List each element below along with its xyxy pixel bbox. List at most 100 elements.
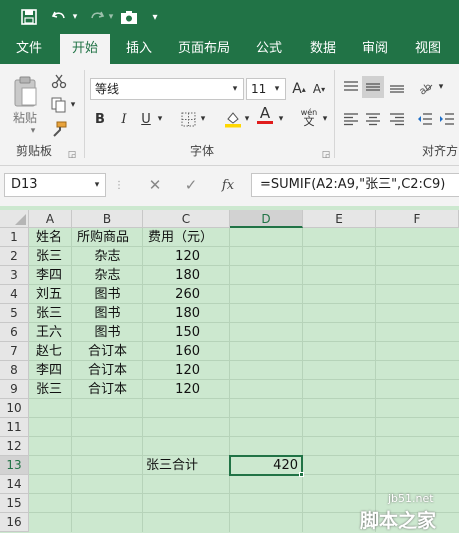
column-header-f[interactable]: F [376,210,459,228]
table-cell[interactable]: 120 [143,247,200,266]
fill-color-icon[interactable] [222,108,244,130]
redo-dropdown-icon[interactable]: ▾ [106,6,116,28]
phonetic-guide-button[interactable]: wén 文 [296,106,322,128]
table-cell[interactable]: 王六 [36,323,62,342]
row-header[interactable]: 2 [0,247,29,266]
row-header[interactable]: 15 [0,494,29,513]
align-middle-icon[interactable] [362,76,384,98]
table-cell[interactable]: 杂志 [72,266,143,285]
phonetic-dropdown-icon[interactable]: ▾ [320,108,330,130]
table-cell[interactable]: 张三 [36,247,62,266]
cell-b1[interactable]: 所购商品 [77,228,129,247]
name-box-dropdown-icon[interactable]: ▾ [90,174,104,196]
row-header[interactable]: 12 [0,437,29,456]
table-cell[interactable]: 合订本 [72,361,143,380]
tab-formulas[interactable]: 公式 [244,34,294,64]
row-header[interactable]: 4 [0,285,29,304]
tab-review[interactable]: 审阅 [350,34,400,64]
tab-page-layout[interactable]: 页面布局 [170,34,238,64]
format-painter-icon[interactable] [48,118,70,140]
table-cell[interactable]: 合订本 [72,380,143,399]
enter-icon[interactable]: ✓ [180,174,202,196]
fill-color-dropdown-icon[interactable]: ▾ [242,108,252,130]
table-cell[interactable]: 张三 [36,304,62,323]
row-header[interactable]: 3 [0,266,29,285]
tab-insert[interactable]: 插入 [114,34,164,64]
fill-handle[interactable] [299,472,304,477]
cell-c13[interactable]: 张三合计 [146,456,198,475]
table-cell[interactable]: 180 [143,266,200,285]
tab-home[interactable]: 开始 [60,34,110,64]
increase-indent-icon[interactable] [436,108,458,130]
align-right-icon[interactable] [386,108,408,130]
tab-file[interactable]: 文件 [4,34,54,64]
borders-icon[interactable] [178,108,198,130]
undo-dropdown-icon[interactable]: ▾ [70,6,80,28]
select-all-corner[interactable] [0,210,29,228]
paste-icon[interactable] [8,74,42,110]
tab-view[interactable]: 视图 [404,34,452,64]
redo-icon[interactable] [86,6,108,28]
cell-a1[interactable]: 姓名 [36,228,62,247]
row-header[interactable]: 1 [0,228,29,247]
table-cell[interactable]: 赵七 [36,342,62,361]
column-header-c[interactable]: C [143,210,230,228]
font-name-dropdown-icon[interactable]: ▾ [228,78,242,100]
align-center-icon[interactable] [362,108,384,130]
table-cell[interactable]: 图书 [72,323,143,342]
clipboard-launcher-icon[interactable]: ◲ [66,144,78,166]
table-cell[interactable]: 杂志 [72,247,143,266]
underline-dropdown-icon[interactable]: ▾ [155,108,165,130]
font-color-dropdown-icon[interactable]: ▾ [276,108,286,130]
increase-font-icon[interactable]: A ▴ [290,78,308,100]
align-left-icon[interactable] [340,108,362,130]
cancel-icon[interactable]: ✕ [144,174,166,196]
table-cell[interactable]: 160 [143,342,200,361]
table-cell[interactable]: 图书 [72,285,143,304]
table-cell[interactable]: 150 [143,323,200,342]
align-bottom-icon[interactable] [386,76,408,98]
tab-data[interactable]: 数据 [298,34,348,64]
insert-function-icon[interactable]: fx [216,174,240,196]
customize-icon[interactable]: ▾ [148,6,162,28]
table-cell[interactable]: 李四 [36,361,62,380]
row-header[interactable]: 9 [0,380,29,399]
cut-icon[interactable] [48,70,70,92]
font-color-button[interactable]: A [254,104,276,126]
font-name-input[interactable]: 等线 [90,78,244,100]
row-header[interactable]: 5 [0,304,29,323]
table-cell[interactable]: 260 [143,285,200,304]
table-cell[interactable]: 合订本 [72,342,143,361]
row-header[interactable]: 10 [0,399,29,418]
table-cell[interactable]: 图书 [72,304,143,323]
row-header[interactable]: 11 [0,418,29,437]
row-header[interactable]: 7 [0,342,29,361]
decrease-font-icon[interactable]: A ▾ [310,78,328,100]
column-header-b[interactable]: B [72,210,143,228]
table-cell[interactable]: 李四 [36,266,62,285]
row-header[interactable]: 6 [0,323,29,342]
cell-c1[interactable]: 费用（元） [148,228,213,247]
row-header[interactable]: 14 [0,475,29,494]
bold-button[interactable]: B [90,108,110,130]
underline-button[interactable]: U [136,108,156,130]
row-header[interactable]: 13 [0,456,29,475]
save-icon[interactable] [18,6,40,28]
table-cell[interactable]: 张三 [36,380,62,399]
decrease-indent-icon[interactable] [414,108,436,130]
column-header-e[interactable]: E [303,210,376,228]
align-top-icon[interactable] [340,76,362,98]
row-header[interactable]: 16 [0,513,29,532]
table-cell[interactable]: 180 [143,304,200,323]
formula-input[interactable]: =SUMIF(A2:A9,"张三",C2:C9) [251,173,459,197]
font-launcher-icon[interactable]: ◲ [320,144,332,166]
paste-dropdown-icon[interactable]: ▾ [26,120,40,142]
borders-dropdown-icon[interactable]: ▾ [198,108,208,130]
camera-icon[interactable] [118,6,140,28]
italic-button[interactable]: I [114,108,134,130]
row-header[interactable]: 8 [0,361,29,380]
orientation-icon[interactable]: ab [414,76,436,98]
undo-icon[interactable] [48,6,70,28]
table-cell[interactable]: 刘五 [36,285,62,304]
copy-dropdown-icon[interactable]: ▾ [68,94,78,116]
